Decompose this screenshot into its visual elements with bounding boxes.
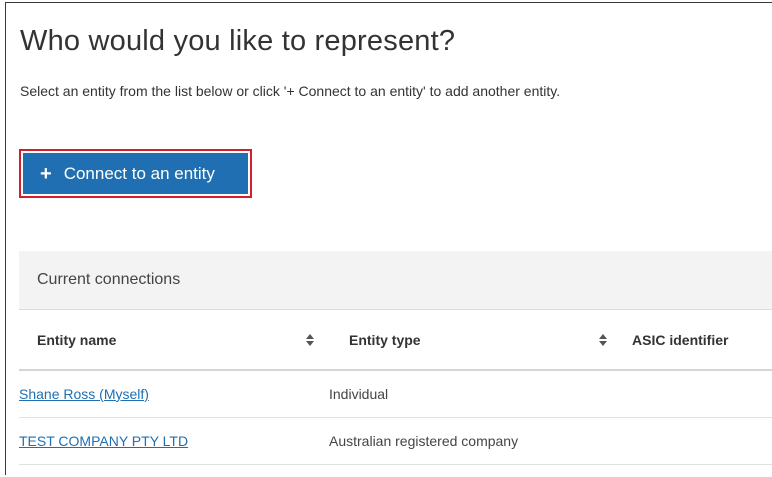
asic-identifier-cell bbox=[622, 370, 772, 418]
entity-name-cell: TEST COMPANY PTY LTD bbox=[19, 417, 329, 465]
column-header-asic-identifier: ASIC identifier bbox=[622, 310, 772, 371]
connect-to-entity-button[interactable]: + Connect to an entity bbox=[23, 153, 248, 194]
table-row: TEST COMPANY PTY LTD Australian register… bbox=[19, 417, 772, 465]
sort-icon[interactable] bbox=[598, 333, 608, 347]
connections-table: Entity name Entity type ASIC identifier … bbox=[19, 310, 772, 465]
content-frame: Who would you like to represent? Select … bbox=[5, 2, 772, 475]
entity-type-cell: Individual bbox=[329, 370, 622, 418]
column-header-label: Entity type bbox=[349, 331, 421, 348]
column-header-label: ASIC identifier bbox=[632, 331, 729, 348]
column-header-entity-name[interactable]: Entity name bbox=[19, 310, 329, 371]
table-header-row: Entity name Entity type ASIC identifier bbox=[19, 310, 772, 371]
column-header-entity-type[interactable]: Entity type bbox=[329, 310, 622, 371]
column-header-label: Entity name bbox=[37, 331, 117, 348]
asic-identifier-cell bbox=[622, 417, 772, 465]
entity-name-cell: Shane Ross (Myself) bbox=[19, 370, 329, 418]
entity-link[interactable]: Shane Ross (Myself) bbox=[19, 386, 149, 402]
table-row: Shane Ross (Myself) Individual bbox=[19, 370, 772, 418]
current-connections-panel: Current connections Entity name Entity t… bbox=[19, 251, 772, 473]
entity-link[interactable]: TEST COMPANY PTY LTD bbox=[19, 433, 188, 449]
page-title: Who would you like to represent? bbox=[20, 25, 456, 57]
instructions-text: Select an entity from the list below or … bbox=[20, 83, 561, 99]
panel-heading: Current connections bbox=[19, 251, 772, 310]
connect-button-highlight: + Connect to an entity bbox=[19, 149, 252, 198]
sort-icon[interactable] bbox=[305, 333, 315, 347]
entity-type-cell: Australian registered company bbox=[329, 417, 622, 465]
plus-icon: + bbox=[40, 162, 52, 185]
connect-button-label: Connect to an entity bbox=[63, 163, 215, 183]
